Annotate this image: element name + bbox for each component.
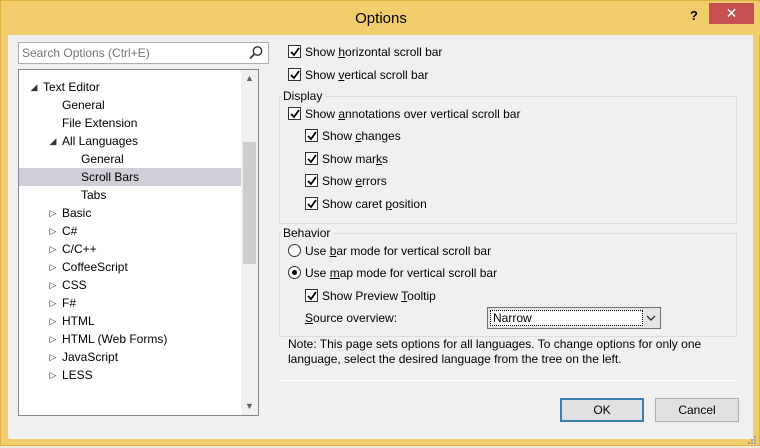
option-label: Show vertical scroll bar <box>305 68 429 82</box>
resize-grip-icon[interactable] <box>747 434 757 444</box>
collapsed-arrow-icon[interactable]: ▷ <box>48 222 58 240</box>
scrollbar-thumb[interactable] <box>243 142 256 264</box>
collapsed-arrow-icon[interactable]: ▷ <box>48 240 58 258</box>
option-label: Show marks <box>322 152 389 166</box>
checkbox[interactable] <box>288 68 301 81</box>
tree-item-label: JavaScript <box>62 350 119 364</box>
tree-item-label: HTML <box>62 314 95 328</box>
tree-item[interactable]: ▷ CSS <box>19 276 241 294</box>
help-button[interactable]: ? <box>685 7 703 25</box>
tree-item-label: General <box>81 152 124 166</box>
checkbox[interactable] <box>288 45 301 58</box>
source-overview-dropdown[interactable]: Narrow <box>487 307 661 329</box>
tree-item[interactable]: ▷ HTML <box>19 312 241 330</box>
collapsed-arrow-icon[interactable]: ▷ <box>48 258 58 276</box>
scroll-down-icon[interactable]: ▼ <box>241 398 258 415</box>
chevron-down-icon[interactable] <box>645 311 657 325</box>
tree-item[interactable]: Scroll Bars <box>19 168 241 186</box>
search-icon[interactable] <box>247 45 265 61</box>
tree-item-label: HTML (Web Forms) <box>62 332 168 346</box>
search-input[interactable] <box>22 45 237 61</box>
tree-item[interactable]: ▷ C# <box>19 222 241 240</box>
tree-item[interactable]: ▷ CoffeeScript <box>19 258 241 276</box>
display-group-title: Display <box>281 88 326 104</box>
checkbox[interactable] <box>288 107 301 120</box>
collapsed-arrow-icon[interactable]: ▷ <box>48 294 58 312</box>
scroll-up-icon[interactable]: ▲ <box>241 70 258 87</box>
cancel-button[interactable]: Cancel <box>655 398 739 422</box>
tree-item-label: C# <box>62 224 78 238</box>
source-overview-value: Narrow <box>490 310 643 326</box>
collapsed-arrow-icon[interactable]: ▷ <box>48 348 58 366</box>
ok-button[interactable]: OK <box>560 398 644 422</box>
tree-item[interactable]: Tabs <box>19 186 241 204</box>
expanded-arrow-icon[interactable]: ◢ <box>29 78 39 96</box>
checkbox[interactable] <box>305 174 318 187</box>
option-label: Show horizontal scroll bar <box>305 45 443 59</box>
tree-item-label: General <box>62 98 105 112</box>
radio-button[interactable] <box>288 244 301 257</box>
dialog-title: Options <box>355 10 407 27</box>
collapsed-arrow-icon[interactable]: ▷ <box>48 330 58 348</box>
option-label: Show changes <box>322 129 401 143</box>
tree-item-label: File Extension <box>62 116 138 130</box>
tree-item-label: Tabs <box>81 188 107 202</box>
option-label: Show annotations over vertical scroll ba… <box>305 107 521 121</box>
collapsed-arrow-icon[interactable]: ▷ <box>48 276 58 294</box>
option-label: Show Preview Tooltip <box>322 289 436 303</box>
option-label: Show errors <box>322 174 387 188</box>
behavior-group-title: Behavior <box>281 225 334 241</box>
checkbox[interactable] <box>305 152 318 165</box>
option-label: Show caret position <box>322 197 427 211</box>
options-dialog: Options ? ✕ ▷ LESS ▷ JavaScript ▷ HTML (Web F… <box>0 0 760 446</box>
note-text: Note: This page sets options for all lan… <box>288 337 702 366</box>
source-overview-label: Source overview: <box>305 311 398 325</box>
tree-item-label: Scroll Bars <box>81 170 140 184</box>
options-tree[interactable]: ▷ LESS ▷ JavaScript ▷ HTML (Web Forms) ▷ HTML ▷ F… <box>18 69 259 416</box>
collapsed-arrow-icon[interactable]: ▷ <box>48 312 58 330</box>
option-label: Use bar mode for vertical scroll bar <box>305 244 492 258</box>
tree-item-label: Text Editor <box>43 80 100 94</box>
radio-dot <box>292 270 297 275</box>
tree-item-label: Basic <box>62 206 92 220</box>
collapsed-arrow-icon[interactable]: ▷ <box>48 204 58 222</box>
tree-item-label: CoffeeScript <box>62 260 128 274</box>
tree-item-label: CSS <box>62 278 87 292</box>
tree-item-label: C/C++ <box>62 242 97 256</box>
checkbox[interactable] <box>305 197 318 210</box>
tree-item[interactable]: ◢ Text Editor <box>19 78 241 96</box>
tree-item[interactable]: ◢ All Languages <box>19 132 241 150</box>
checkbox[interactable] <box>305 129 318 142</box>
tree-item[interactable]: ▷ F# <box>19 294 241 312</box>
option-label: Use map mode for vertical scroll bar <box>305 266 498 280</box>
search-options-box[interactable] <box>18 42 269 64</box>
close-button[interactable]: ✕ <box>709 3 754 24</box>
tree-item[interactable]: File Extension <box>19 114 241 132</box>
tree-item[interactable]: General <box>19 150 241 168</box>
radio-button[interactable] <box>288 266 301 279</box>
collapsed-arrow-icon[interactable]: ▷ <box>48 366 58 384</box>
tree-item-label: LESS <box>62 368 93 382</box>
tree-item-label: All Languages <box>62 134 139 148</box>
expanded-arrow-icon[interactable]: ◢ <box>48 132 58 150</box>
tree-item[interactable]: ▷ LESS <box>19 366 241 384</box>
tree-item-label: F# <box>62 296 77 310</box>
tree-item[interactable]: ▷ C/C++ <box>19 240 241 258</box>
tree-item[interactable]: ▷ HTML (Web Forms) <box>19 330 241 348</box>
separator <box>279 380 737 381</box>
checkbox[interactable] <box>305 289 318 302</box>
tree-item[interactable]: ▷ Basic <box>19 204 241 222</box>
tree-scrollbar[interactable]: ▲ ▼ <box>241 70 258 415</box>
dialog-body: ▷ LESS ▷ JavaScript ▷ HTML (Web Forms) ▷ HTML ▷ F… <box>9 35 753 439</box>
tree-item[interactable]: General <box>19 96 241 114</box>
tree-item[interactable]: ▷ JavaScript <box>19 348 241 366</box>
